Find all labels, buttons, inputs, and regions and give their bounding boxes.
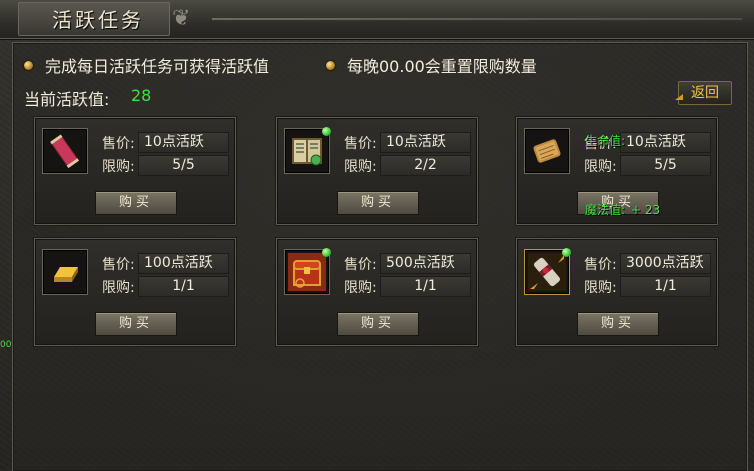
price-value: 10点活跃 bbox=[138, 132, 229, 153]
limit-value: 2/2 bbox=[380, 155, 471, 176]
price-value: 500点活跃 bbox=[380, 253, 471, 274]
price-value: 10点活跃 bbox=[620, 132, 711, 153]
limit-label: 限购: bbox=[584, 280, 617, 296]
limit-value: 1/1 bbox=[138, 276, 229, 297]
item-icon-slot[interactable] bbox=[42, 249, 88, 295]
edge-indicator: 00 bbox=[0, 340, 12, 350]
bullet-icon bbox=[24, 60, 33, 70]
shop-item-card: 售价: 10点活跃 限购: 2/2 购买 bbox=[276, 117, 478, 225]
mp-label: 魔法值: bbox=[585, 203, 626, 217]
price-value: 3000点活跃 bbox=[620, 253, 711, 274]
activity-label: 当前活跃值: bbox=[24, 90, 110, 109]
limit-label: 限购: bbox=[344, 280, 377, 296]
parchment-icon bbox=[533, 139, 561, 163]
gem-indicator-icon bbox=[322, 248, 331, 257]
activity-value: 28 bbox=[131, 86, 152, 105]
item-icon-slot[interactable] bbox=[284, 127, 331, 174]
buy-button[interactable]: 购买 bbox=[95, 191, 177, 215]
item-icon-slot[interactable] bbox=[284, 248, 331, 295]
limit-label: 限购: bbox=[344, 159, 377, 175]
buy-button[interactable]: 购买 bbox=[577, 312, 659, 336]
price-label: 售价: bbox=[102, 136, 135, 152]
buy-button[interactable]: 购买 bbox=[95, 312, 177, 336]
price-value: 100点活跃 bbox=[138, 253, 229, 274]
title-bar: 活跃任务 ❦ bbox=[0, 0, 754, 39]
page-title: 活跃任务 bbox=[52, 8, 144, 32]
item-icon-slot[interactable] bbox=[42, 128, 88, 174]
sealed-scroll-icon bbox=[528, 253, 566, 291]
limit-value: 5/5 bbox=[138, 155, 229, 176]
price-label: 售价: bbox=[344, 257, 377, 273]
mp-value: + 23 bbox=[631, 203, 661, 217]
price-label: 售价: bbox=[102, 257, 135, 273]
treasure-chest-icon bbox=[288, 253, 326, 291]
mp-overlay-label: 魔法值: + 23 bbox=[585, 201, 660, 218]
open-book-icon bbox=[292, 138, 322, 166]
shop-item-card: 售价: 100点活跃 限购: 1/1 购买 bbox=[34, 238, 236, 346]
limit-label: 限购: bbox=[584, 159, 617, 175]
hp-label: 生命值: bbox=[585, 134, 626, 148]
buy-button[interactable]: 购买 bbox=[337, 312, 419, 336]
limit-label: 限购: bbox=[102, 159, 135, 175]
limit-label: 限购: bbox=[102, 280, 135, 296]
back-button[interactable]: 返回 bbox=[675, 81, 732, 105]
notice-text: 完成每日活跃任务可获得活跃值 bbox=[45, 57, 270, 76]
item-icon-slot[interactable] bbox=[524, 248, 571, 295]
notice-daily-tasks: 完成每日活跃任务可获得活跃值 bbox=[24, 54, 269, 76]
item-icon-slot[interactable] bbox=[524, 128, 570, 174]
shop-item-card: 售价: 10点活跃 限购: 5/5 购买 bbox=[34, 117, 236, 225]
gold-bar-icon bbox=[54, 267, 78, 282]
hp-overlay-label: 生命值: bbox=[585, 132, 625, 149]
limit-value: 1/1 bbox=[380, 276, 471, 297]
notice-text: 每晚00.00会重置限购数量 bbox=[347, 57, 537, 76]
limit-value: 5/5 bbox=[620, 155, 711, 176]
price-value: 10点活跃 bbox=[380, 132, 471, 153]
limit-value: 1/1 bbox=[620, 276, 711, 297]
shop-item-card: 售价: 500点活跃 限购: 1/1 购买 bbox=[276, 238, 478, 346]
notice-reset-time: 每晚00.00会重置限购数量 bbox=[326, 54, 537, 76]
price-label: 售价: bbox=[584, 257, 617, 273]
shop-item-card: 售价: 3000点活跃 限购: 1/1 购买 bbox=[516, 238, 718, 346]
red-scroll-icon bbox=[50, 134, 80, 169]
bullet-icon bbox=[326, 60, 335, 70]
gem-indicator-icon bbox=[322, 127, 331, 136]
cloud-ornament-icon: ❦ bbox=[172, 6, 191, 31]
price-label: 售价: bbox=[344, 136, 377, 152]
title-divider bbox=[212, 18, 742, 20]
buy-button[interactable]: 购买 bbox=[337, 191, 419, 215]
gem-indicator-icon bbox=[562, 248, 571, 257]
